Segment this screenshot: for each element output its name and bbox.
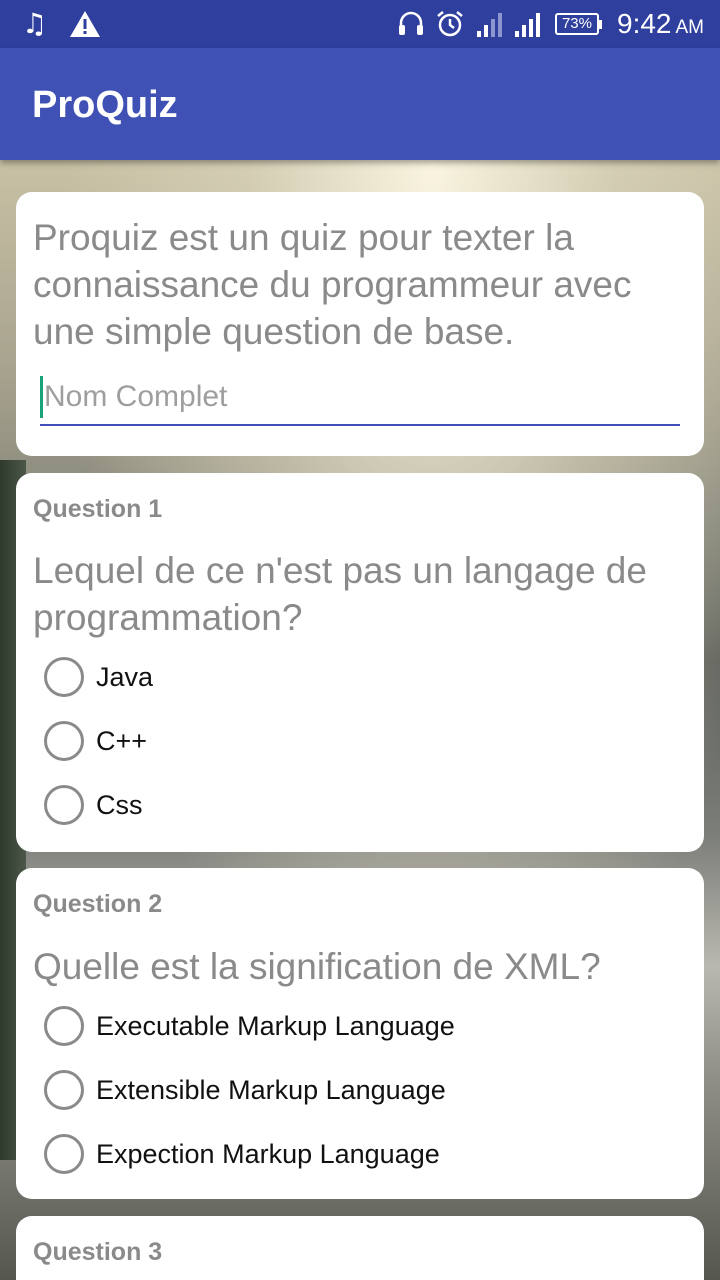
app-title: ProQuiz	[32, 84, 178, 126]
app-bar: ProQuiz	[0, 48, 720, 160]
answer-option-cpp[interactable]: C++	[44, 713, 147, 769]
question-label: Question 3	[33, 1238, 163, 1266]
option-label: Expection Markup Language	[96, 1138, 440, 1169]
full-name-input[interactable]	[40, 370, 680, 426]
answer-option-extensible[interactable]: Extensible Markup Language	[44, 1062, 446, 1118]
radio-button[interactable]	[44, 785, 84, 825]
battery-indicator: 73%	[554, 13, 603, 35]
question-card-1: Question 1 Lequel de ce n'est pas un lan…	[16, 473, 704, 852]
option-label: Java	[96, 661, 154, 692]
answer-option-java[interactable]: Java	[44, 649, 153, 705]
option-label: C++	[96, 725, 148, 756]
question-label: Question 1	[33, 495, 163, 523]
option-label: Extensible Markup Language	[96, 1074, 446, 1105]
status-bar: ♫ 73% 9:42 AM	[0, 0, 720, 48]
radio-button[interactable]	[44, 1070, 84, 1110]
radio-button[interactable]	[44, 721, 84, 761]
question-text: Quelle est la signification de XML?	[33, 946, 601, 987]
question-text: Lequel de ce n'est pas un langage de pro…	[33, 550, 647, 638]
radio-button[interactable]	[44, 1006, 84, 1046]
headset-icon	[398, 11, 423, 35]
answer-option-css[interactable]: Css	[44, 777, 143, 833]
answer-option-executable[interactable]: Executable Markup Language	[44, 998, 455, 1054]
radio-button[interactable]	[44, 657, 84, 697]
intro-card: Proquiz est un quiz pour texter la conna…	[16, 192, 704, 456]
option-label: Css	[96, 789, 143, 820]
option-label: Executable Markup Language	[96, 1010, 455, 1041]
radio-button[interactable]	[44, 1134, 84, 1174]
warning-icon	[70, 11, 101, 37]
signal-icon	[476, 13, 502, 37]
music-icon: ♫	[22, 7, 48, 40]
text-cursor	[40, 376, 43, 418]
signal-icon	[514, 13, 540, 37]
answer-option-expection[interactable]: Expection Markup Language	[44, 1126, 440, 1182]
question-card-3: Question 3	[16, 1216, 704, 1280]
intro-description: Proquiz est un quiz pour texter la conna…	[33, 217, 632, 352]
question-label: Question 2	[33, 890, 163, 918]
clock-time: 9:42 AM	[617, 8, 704, 39]
question-card-2: Question 2 Quelle est la signification d…	[16, 868, 704, 1199]
alarm-icon	[437, 11, 463, 37]
